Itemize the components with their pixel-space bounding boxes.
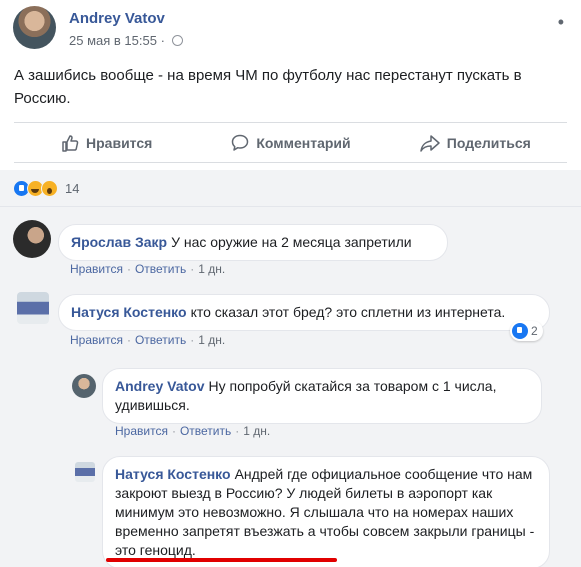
comment-text: кто сказал этот бред? это сплетни из инт… bbox=[190, 304, 506, 320]
like-button[interactable]: Нравится bbox=[14, 133, 198, 153]
more-icon[interactable]: • bbox=[558, 12, 565, 33]
comment-bubble: Натуся Костенко Андрей где официальное со… bbox=[102, 456, 550, 567]
comment-button[interactable]: Комментарий bbox=[198, 133, 382, 153]
commenter-name[interactable]: Натуся Костенко bbox=[71, 304, 187, 320]
comment-time[interactable]: 1 дн. bbox=[198, 333, 225, 347]
comment-actions: Нравится · Ответить · 1 дн. bbox=[115, 424, 271, 438]
commenter-avatar[interactable] bbox=[17, 292, 49, 324]
comment-reply-link[interactable]: Ответить bbox=[180, 424, 231, 438]
share-button[interactable]: Поделиться bbox=[383, 133, 567, 153]
post-author[interactable]: Andrey Vatov bbox=[69, 10, 165, 27]
comment-like-link[interactable]: Нравится bbox=[70, 262, 123, 276]
commenter-avatar[interactable] bbox=[13, 220, 51, 258]
comment-actions: Нравится · Ответить · 1 дн. bbox=[70, 333, 226, 347]
comment-time[interactable]: 1 дн. bbox=[243, 424, 270, 438]
wow-reaction-icon bbox=[41, 179, 58, 197]
reactions-summary[interactable]: 14 bbox=[0, 170, 581, 206]
comment-text: У нас оружие на 2 месяца запретили bbox=[171, 234, 412, 250]
comment-reactions-count: 2 bbox=[531, 324, 538, 338]
comment-reply-link[interactable]: Ответить bbox=[135, 333, 186, 347]
comment-like-link[interactable]: Нравится bbox=[70, 333, 123, 347]
comment-like-link[interactable]: Нравится bbox=[115, 424, 168, 438]
commenter-name[interactable]: Andrey Vatov bbox=[115, 378, 204, 394]
comment-bubble: Натуся Костенко кто сказал этот бред? это… bbox=[58, 294, 550, 331]
reactions-count: 14 bbox=[65, 180, 80, 196]
highlight-underline bbox=[106, 558, 337, 562]
comment-bubble: Ярослав Закр У нас оружие на 2 месяца зап… bbox=[58, 224, 448, 261]
commenter-avatar[interactable] bbox=[75, 462, 95, 482]
post-header: Andrey Vatov 25 мая в 15:55 · • bbox=[13, 6, 573, 54]
post-action-bar: Нравится Комментарий Поделиться bbox=[14, 122, 567, 163]
like-label: Нравится bbox=[86, 134, 153, 151]
globe-icon[interactable] bbox=[171, 35, 183, 46]
like-icon bbox=[62, 134, 79, 152]
comment-reply-link[interactable]: Ответить bbox=[135, 262, 186, 276]
meta-separator: · bbox=[156, 33, 169, 48]
post-date[interactable]: 25 мая в 15:55 bbox=[69, 33, 157, 48]
commenter-avatar[interactable] bbox=[72, 374, 96, 398]
commenter-name[interactable]: Ярослав Закр bbox=[71, 234, 167, 250]
post-meta: 25 мая в 15:55 · bbox=[69, 33, 183, 48]
comment-time[interactable]: 1 дн. bbox=[198, 262, 225, 276]
share-icon bbox=[420, 134, 440, 152]
comment-label: Комментарий bbox=[256, 134, 351, 151]
commenter-name[interactable]: Натуся Костенко bbox=[115, 466, 231, 482]
author-avatar[interactable] bbox=[13, 6, 56, 49]
comment-reactions[interactable]: 2 bbox=[510, 321, 543, 341]
comment-icon bbox=[232, 134, 249, 151]
comment-bubble: Andrey Vatov Ну попробуй скатайся за това… bbox=[102, 368, 542, 424]
share-label: Поделиться bbox=[446, 134, 531, 151]
post-text: А зашибись вообще - на время ЧМ по футбо… bbox=[14, 67, 522, 107]
like-reaction-icon bbox=[512, 323, 528, 339]
comment-actions: Нравится · Ответить · 1 дн. bbox=[70, 262, 226, 276]
